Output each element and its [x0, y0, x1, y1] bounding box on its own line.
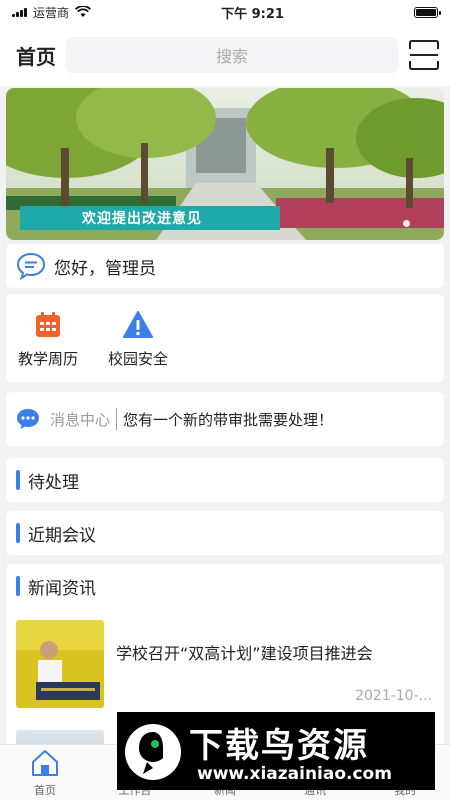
quick-actions: 教学周历 校园安全	[6, 294, 444, 382]
carousel-indicator	[403, 220, 410, 227]
quick-action-safety[interactable]: 校园安全	[106, 310, 170, 382]
divider	[116, 408, 118, 430]
section-news[interactable]: 新闻资讯	[6, 564, 444, 608]
greeting-card: 您好，管理员	[6, 244, 444, 288]
wifi-icon	[75, 6, 92, 17]
greeting-text: 您好，管理员	[54, 258, 156, 279]
scan-icon[interactable]	[408, 39, 440, 71]
search-input[interactable]: 搜索	[66, 37, 398, 73]
page-title: 首页	[16, 44, 56, 69]
message-icon	[17, 409, 39, 429]
signal-icon	[12, 7, 27, 17]
warning-icon	[123, 311, 153, 338]
chat-bubble-icon	[16, 252, 46, 280]
section-accent-bar	[16, 523, 20, 543]
message-text: 您有一个新的带审批需要处理！	[123, 410, 334, 429]
news-thumbnail	[16, 620, 104, 708]
calendar-icon	[36, 312, 60, 337]
tab-label: 首页	[34, 784, 56, 797]
quick-action-label: 教学周历	[17, 350, 78, 368]
message-center-label: 消息中心	[50, 410, 111, 429]
news-date: 2021-10-...	[355, 688, 432, 704]
message-center[interactable]: 消息中心 您有一个新的带审批需要处理！	[6, 392, 444, 446]
home-icon	[32, 750, 58, 776]
news-title: 学校召开“双高计划”建设项目推进会	[116, 644, 373, 663]
section-accent-bar	[16, 576, 20, 596]
battery-icon	[413, 6, 441, 18]
banner-carousel[interactable]: 欢迎提出改进意见	[6, 88, 444, 240]
watermark-text: 下载鸟资源	[189, 726, 369, 766]
section-pending[interactable]: 待处理	[6, 458, 444, 502]
carousel-dot	[403, 220, 410, 227]
status-bar: 运营商 下午 9:21	[0, 0, 450, 24]
tab-home[interactable]: 首页	[0, 745, 90, 800]
news-item[interactable]: 学校召开“双高计划”建设项目推进会 2021-10-...	[16, 620, 436, 710]
section-meetings[interactable]: 近期会议	[6, 511, 444, 555]
section-title: 近期会议	[28, 525, 96, 546]
bird-logo-icon	[125, 724, 181, 780]
quick-action-label: 校园安全	[107, 350, 168, 368]
section-title: 待处理	[28, 472, 79, 493]
section-title: 新闻资讯	[28, 578, 96, 599]
header: 首页 搜索	[0, 24, 450, 86]
status-left: 运营商	[12, 4, 92, 21]
section-accent-bar	[16, 470, 20, 490]
carrier-label: 运营商	[33, 5, 70, 20]
quick-action-calendar[interactable]: 教学周历	[16, 310, 80, 382]
banner-caption: 欢迎提出改进意见	[20, 206, 280, 230]
watermark-overlay: 下载鸟资源 www.xiazainiao.com	[117, 712, 435, 790]
status-time: 下午 9:21	[221, 6, 284, 22]
watermark-url: www.xiazainiao.com	[197, 764, 392, 784]
